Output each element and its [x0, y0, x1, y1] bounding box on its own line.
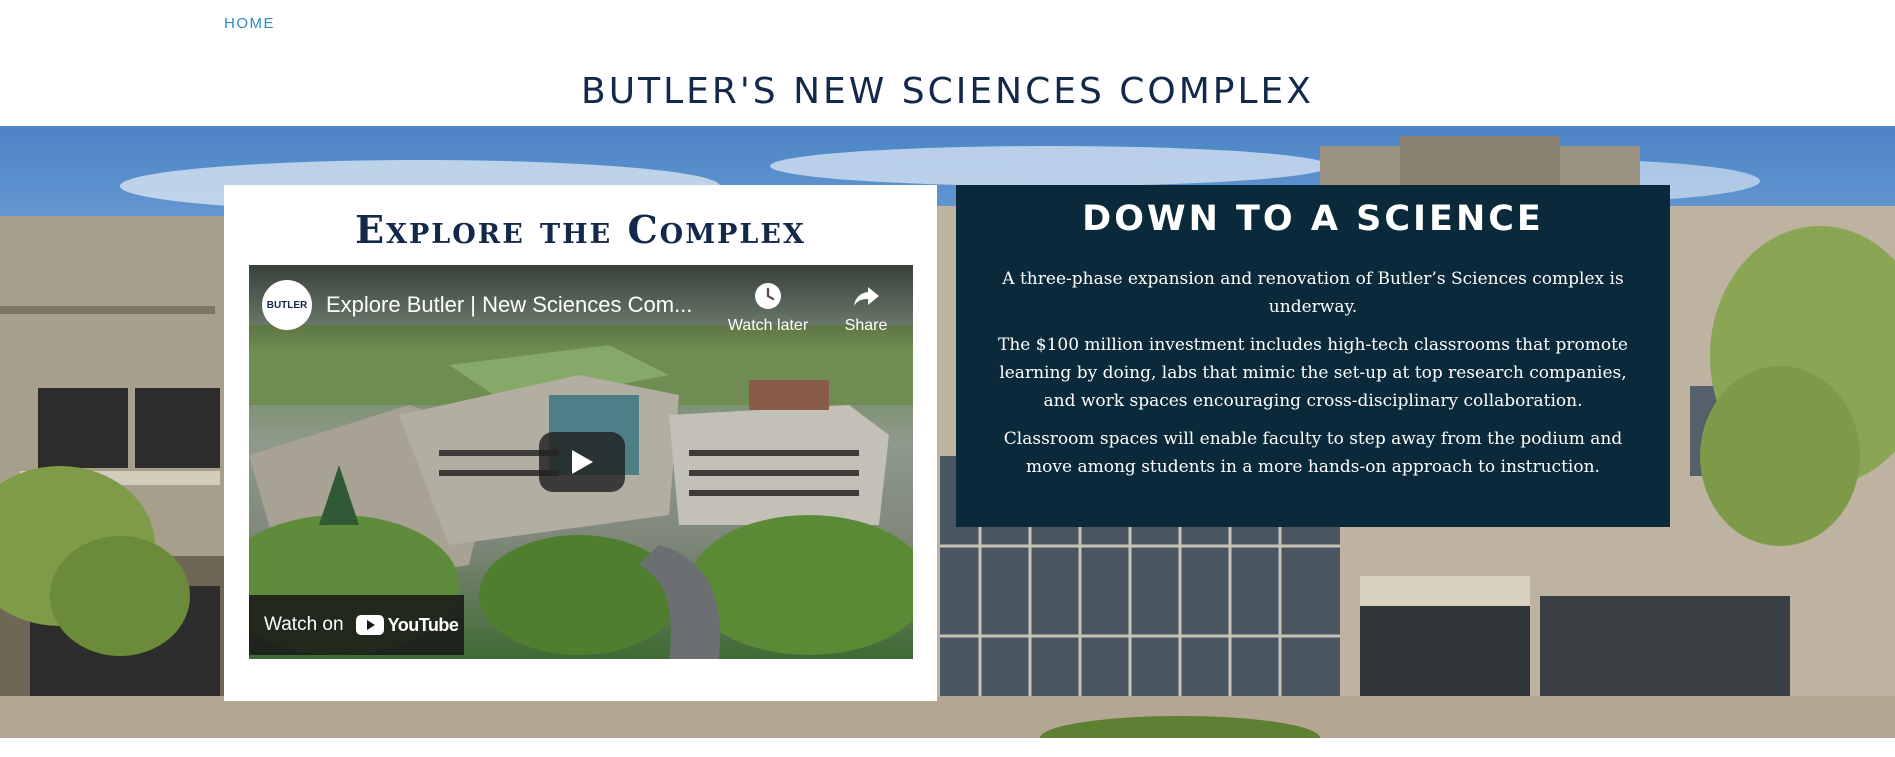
info-paragraph: A three-phase expansion and renovation o… [1002, 269, 1624, 317]
watch-later-button[interactable]: Watch later [713, 281, 823, 335]
watch-on-youtube-button[interactable]: Watch on YouTube [249, 595, 464, 655]
youtube-play-icon [355, 615, 384, 635]
youtube-logo: YouTube [355, 614, 459, 636]
watch-on-label: Watch on [264, 614, 344, 635]
youtube-player[interactable]: BUTLER Explore Butler | New Sciences Com… [249, 265, 913, 659]
clock-icon [755, 283, 781, 309]
page-title: BUTLER'S NEW SCIENCES COMPLEX [581, 71, 1314, 112]
share-label: Share [844, 317, 888, 334]
play-icon [572, 450, 593, 474]
video-title-link[interactable]: Explore Butler | New Sciences Com... [326, 292, 696, 318]
info-card: DOWN TO A SCIENCE A three-phase expansio… [956, 185, 1670, 527]
info-card-body: A three-phase expansion and renovation o… [986, 265, 1640, 491]
channel-avatar[interactable]: BUTLER [262, 280, 312, 330]
info-paragraph: The $100 million investment includes hig… [998, 335, 1628, 411]
video-card: Explore the Complex BUTLER Explore Butle… [224, 185, 937, 701]
breadcrumb-home-link[interactable]: HOME [224, 15, 275, 32]
share-button[interactable]: Share [833, 281, 899, 335]
youtube-wordmark: YouTube [387, 614, 459, 635]
video-card-title: Explore the Complex [355, 207, 806, 252]
share-arrow-icon [854, 287, 879, 306]
channel-logo-text: BUTLER [266, 299, 308, 311]
watch-later-label: Watch later [727, 317, 809, 334]
info-paragraph: Classroom spaces will enable faculty to … [1003, 429, 1623, 477]
info-card-title: DOWN TO A SCIENCE [1082, 199, 1544, 239]
play-button[interactable] [539, 432, 625, 492]
